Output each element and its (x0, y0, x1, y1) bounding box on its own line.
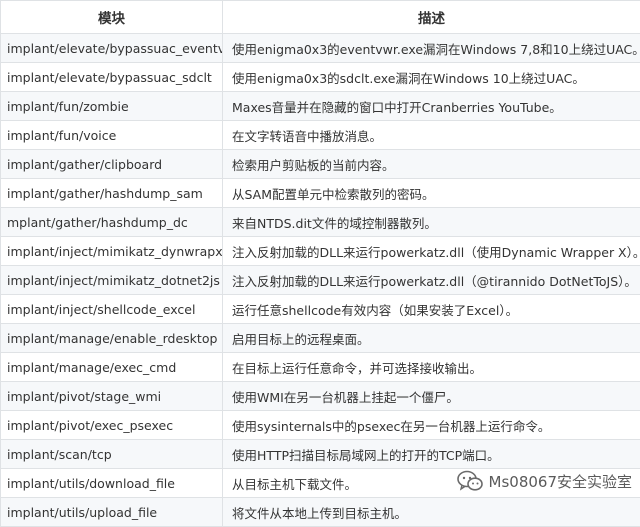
description-cell: 注入反射加载的DLL来运行powerkatz.dll（使用Dynamic Wra… (223, 237, 640, 266)
description-cell: 运行任意shellcode有效内容（如果安装了Excel）。 (223, 295, 640, 324)
wechat-icon (457, 470, 483, 492)
table-row: implant/elevate/bypassuac_sdclt使用enigma0… (1, 63, 640, 92)
description-cell: 检索用户剪贴板的当前内容。 (223, 150, 640, 179)
table-row: implant/pivot/stage_wmi使用WMI在另一台机器上挂起一个僵… (1, 382, 640, 411)
table-row: implant/manage/exec_cmd在目标上运行任意命令，并可选择接收… (1, 353, 640, 382)
module-table: 模块 描述 implant/elevate/bypassuac_eventvwr… (0, 0, 640, 527)
table-row: implant/inject/mimikatz_dotnet2js注入反射加载的… (1, 266, 640, 295)
table-row: implant/gather/clipboard检索用户剪贴板的当前内容。 (1, 150, 640, 179)
header-description: 描述 (223, 1, 640, 34)
description-cell: 来自NTDS.dit文件的域控制器散列。 (223, 208, 640, 237)
description-cell: 启用目标上的远程桌面。 (223, 324, 640, 353)
watermark: Ms08067安全实验室 (457, 470, 632, 492)
module-table-container: 模块 描述 implant/elevate/bypassuac_eventvwr… (0, 0, 640, 527)
module-path-cell: mplant/gather/hashdump_dc (1, 208, 223, 237)
module-path-cell: implant/elevate/bypassuac_eventvwr (1, 34, 223, 63)
description-cell: 使用HTTP扫描目标局域网上的打开的TCP端口。 (223, 440, 640, 469)
module-path-cell: implant/pivot/stage_wmi (1, 382, 223, 411)
table-row: implant/inject/shellcode_excel运行任意shellc… (1, 295, 640, 324)
description-cell: 从SAM配置单元中检索散列的密码。 (223, 179, 640, 208)
description-cell: 使用sysinternals中的psexec在另一台机器上运行命令。 (223, 411, 640, 440)
description-cell: 注入反射加载的DLL来运行powerkatz.dll（@tirannido Do… (223, 266, 640, 295)
description-cell: Maxes音量并在隐藏的窗口中打开Cranberries YouTube。 (223, 92, 640, 121)
module-path-cell: implant/utils/upload_file (1, 498, 223, 527)
table-row: implant/utils/upload_file将文件从本地上传到目标主机。 (1, 498, 640, 527)
watermark-text: Ms08067安全实验室 (489, 471, 632, 492)
table-row: implant/fun/voice在文字转语音中播放消息。 (1, 121, 640, 150)
module-path-cell: implant/utils/download_file (1, 469, 223, 498)
header-module: 模块 (1, 1, 223, 34)
table-row: implant/inject/mimikatz_dynwrapx注入反射加载的D… (1, 237, 640, 266)
module-path-cell: implant/inject/mimikatz_dynwrapx (1, 237, 223, 266)
table-row: implant/pivot/exec_psexec使用sysinternals中… (1, 411, 640, 440)
module-path-cell: implant/pivot/exec_psexec (1, 411, 223, 440)
description-cell: 使用enigma0x3的sdclt.exe漏洞在Windows 10上绕过UAC… (223, 63, 640, 92)
module-path-cell: implant/gather/hashdump_sam (1, 179, 223, 208)
table-row: implant/manage/enable_rdesktop启用目标上的远程桌面… (1, 324, 640, 353)
description-cell: 使用WMI在另一台机器上挂起一个僵尸。 (223, 382, 640, 411)
module-path-cell: implant/elevate/bypassuac_sdclt (1, 63, 223, 92)
table-row: mplant/gather/hashdump_dc来自NTDS.dit文件的域控… (1, 208, 640, 237)
module-path-cell: implant/gather/clipboard (1, 150, 223, 179)
description-cell: 在文字转语音中播放消息。 (223, 121, 640, 150)
table-row: implant/elevate/bypassuac_eventvwr使用enig… (1, 34, 640, 63)
description-cell: 在目标上运行任意命令，并可选择接收输出。 (223, 353, 640, 382)
table-body: implant/elevate/bypassuac_eventvwr使用enig… (1, 34, 640, 527)
module-path-cell: implant/scan/tcp (1, 440, 223, 469)
description-cell: 使用enigma0x3的eventvwr.exe漏洞在Windows 7,8和1… (223, 34, 640, 63)
table-row: implant/scan/tcp使用HTTP扫描目标局域网上的打开的TCP端口。 (1, 440, 640, 469)
module-path-cell: implant/fun/voice (1, 121, 223, 150)
module-path-cell: implant/fun/zombie (1, 92, 223, 121)
description-cell: 将文件从本地上传到目标主机。 (223, 498, 640, 527)
module-path-cell: implant/manage/enable_rdesktop (1, 324, 223, 353)
module-path-cell: implant/inject/shellcode_excel (1, 295, 223, 324)
module-path-cell: implant/manage/exec_cmd (1, 353, 223, 382)
module-path-cell: implant/inject/mimikatz_dotnet2js (1, 266, 223, 295)
table-header-row: 模块 描述 (1, 1, 640, 34)
table-row: implant/fun/zombieMaxes音量并在隐藏的窗口中打开Cranb… (1, 92, 640, 121)
table-row: implant/gather/hashdump_sam从SAM配置单元中检索散列… (1, 179, 640, 208)
